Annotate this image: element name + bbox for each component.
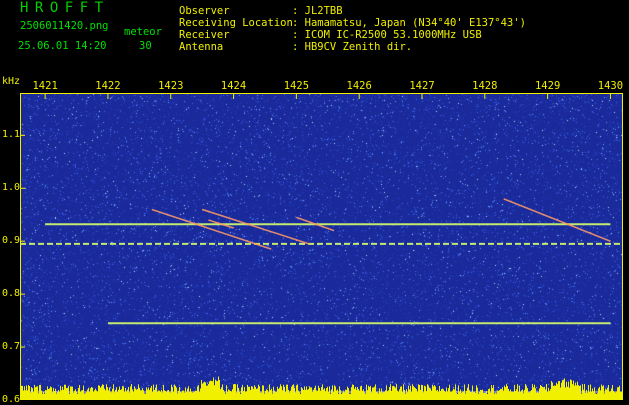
y-tick-label: 0.8 — [2, 288, 21, 300]
datetime-label: 25.06.01 14:20 — [18, 40, 107, 52]
type-label: meteor — [124, 26, 162, 38]
x-tick-label: 1430 — [597, 80, 624, 92]
x-tick-label: 1424 — [220, 80, 247, 92]
x-tick-label: 1423 — [158, 80, 184, 92]
observer-value: : JL2TBB — [292, 5, 343, 17]
app-title: HROFFT — [20, 0, 110, 16]
location-label: Receiving Location — [179, 17, 293, 29]
y-tick-label: 1.0 — [2, 182, 21, 194]
meteor-trace — [201, 208, 310, 245]
x-tick-label: 1422 — [95, 80, 121, 92]
count-label: 30 — [139, 40, 152, 52]
observer-label: Observer — [179, 5, 230, 17]
x-tick-label: 1426 — [346, 80, 372, 92]
filename-label: 2506011420.png — [20, 20, 109, 32]
x-tick-label: 1427 — [409, 80, 435, 92]
y-tick-label: 1.1 — [2, 129, 21, 141]
receiver-label: Receiver — [179, 29, 230, 41]
y-tick-label: 0.9 — [2, 235, 21, 247]
antenna-value: : HB9CV Zenith dir. — [292, 41, 413, 53]
antenna-label: Antenna — [179, 41, 224, 53]
spectrogram-plot — [20, 93, 623, 400]
x-tick-label: 1428 — [472, 80, 498, 92]
x-tick-label: 1429 — [534, 80, 561, 92]
y-axis-unit: kHz — [2, 76, 21, 87]
x-tick-label: 1425 — [283, 80, 310, 92]
x-tick-label: 1421 — [32, 80, 58, 92]
receiver-value: : ICOM IC-R2500 53.1000MHz USB — [292, 29, 482, 41]
y-tick-label: 0.7 — [2, 341, 21, 353]
plot-frame — [20, 93, 623, 400]
location-value: : Hamamatsu, Japan (N34°40' E137°43') — [292, 17, 526, 29]
header-panel: HROFFT 2506011420.png meteor 25.06.01 14… — [0, 0, 629, 78]
meteor-trace — [503, 198, 611, 242]
spectrogram-overlay — [20, 93, 623, 400]
